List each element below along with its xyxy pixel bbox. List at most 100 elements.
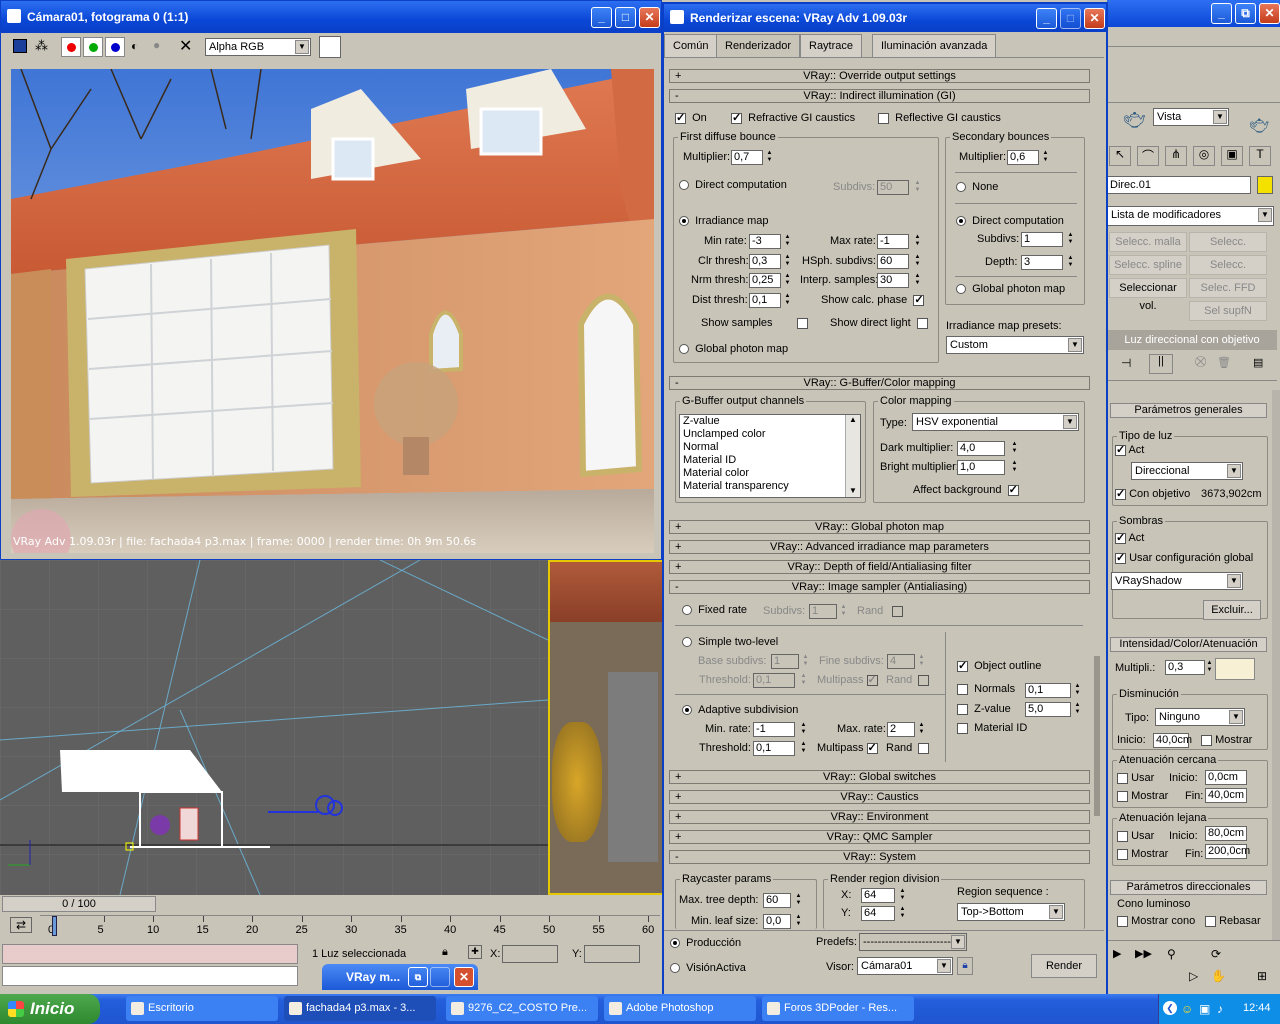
overshoot-checkbox[interactable]: Rebasar bbox=[1205, 915, 1261, 927]
region-seq-select[interactable]: Top->Bottom ▼ bbox=[957, 903, 1065, 921]
fine-subdivs-spinner[interactable]: ▲ ▼ bbox=[917, 654, 926, 669]
base-subdivs-field[interactable]: 1 bbox=[771, 654, 799, 669]
region-x-spinner[interactable]: ▲ ▼ bbox=[898, 888, 907, 903]
base-subdivs-spinner[interactable]: ▲ ▼ bbox=[801, 654, 810, 669]
near-end-field[interactable]: 40,0cm bbox=[1205, 788, 1247, 803]
general-params-header[interactable]: Parámetros generales bbox=[1110, 403, 1267, 418]
dialog-titlebar[interactable]: Renderizar escena: VRay Adv 1.09.03r _ □… bbox=[664, 4, 1106, 32]
object-outline-checkbox[interactable]: Object outline bbox=[957, 659, 1041, 672]
shadow-act-checkbox[interactable]: Act bbox=[1115, 531, 1144, 544]
normals-field[interactable]: 0,1 bbox=[1025, 683, 1071, 698]
channel-select[interactable]: Alpha RGB ▼ bbox=[205, 38, 311, 56]
channel-item[interactable]: Material transparency bbox=[680, 480, 860, 493]
max-titlebar[interactable]: _ ⧉ ✕ bbox=[1107, 0, 1280, 27]
multiplier1-spinner[interactable]: ▲ ▼ bbox=[765, 150, 774, 165]
monochrome-icon[interactable]: ◐ bbox=[131, 39, 138, 53]
simple-threshold-spinner[interactable]: ▲ ▼ bbox=[799, 673, 808, 688]
maxscript-listener[interactable] bbox=[2, 944, 298, 964]
subdivs1-field[interactable]: 50 bbox=[877, 180, 909, 195]
tab-3[interactable]: Iluminación avanzada bbox=[872, 34, 997, 58]
gpm2-radio[interactable]: Global photon map bbox=[956, 283, 1065, 295]
maxscript-output[interactable] bbox=[2, 966, 298, 986]
hsph-field[interactable]: 60 bbox=[877, 254, 909, 269]
taskbar-item[interactable]: Escritorio bbox=[126, 996, 278, 1021]
tab-1[interactable]: Renderizador bbox=[716, 34, 801, 58]
gi-on-checkbox[interactable]: On bbox=[675, 111, 707, 124]
max-restore-button[interactable]: ⧉ bbox=[1235, 3, 1256, 24]
normals-checkbox[interactable]: Normals bbox=[957, 683, 1015, 695]
adaptive-min-field[interactable]: -1 bbox=[753, 722, 795, 737]
maximize-viewport-icon[interactable]: ⊞ bbox=[1257, 969, 1267, 983]
decay-show-checkbox[interactable]: Mostrar bbox=[1201, 734, 1252, 746]
lock-icon[interactable]: 🔒︎ bbox=[442, 946, 448, 959]
adaptive-radio[interactable]: Adaptive subdivision bbox=[682, 704, 798, 716]
frame-titlebar[interactable]: Cámara01, fotograma 0 (1:1) _ □ ✕ bbox=[1, 1, 661, 33]
rollout-system[interactable]: - VRay:: System bbox=[669, 850, 1090, 864]
near-show-checkbox[interactable]: Mostrar bbox=[1117, 790, 1168, 802]
rollout-sampler[interactable]: - VRay:: Image sampler (Antialiasing) bbox=[669, 580, 1090, 594]
interp-field[interactable]: 30 bbox=[877, 273, 909, 288]
adaptive-multipass-checkbox[interactable]: Multipass bbox=[817, 741, 878, 754]
decay-type-select[interactable]: Ninguno ▼ bbox=[1155, 708, 1245, 726]
alpha-icon[interactable]: ● bbox=[153, 38, 160, 52]
tray-msn-icon[interactable]: ☺ bbox=[1181, 1002, 1193, 1016]
fixed-subdivs-spinner[interactable]: ▲ ▼ bbox=[839, 604, 848, 619]
play-icon[interactable]: ▶ bbox=[1113, 947, 1121, 960]
timeline-ruler[interactable]: 051015202530354045505560 bbox=[40, 915, 660, 939]
maxrate-spinner[interactable]: ▲ ▼ bbox=[913, 234, 922, 249]
cm-type-select[interactable]: HSV exponential ▼ bbox=[912, 413, 1079, 431]
showcalc-checkbox[interactable]: Show calc. phase bbox=[821, 293, 925, 306]
clear-icon[interactable]: ✕ bbox=[179, 36, 192, 56]
interp-spinner[interactable]: ▲ ▼ bbox=[913, 273, 922, 288]
render-button[interactable]: Render bbox=[1031, 954, 1097, 978]
multiplier1-field[interactable]: 0,7 bbox=[731, 150, 763, 165]
shadow-type-select[interactable]: VRayShadow ▼ bbox=[1111, 572, 1243, 590]
depth-field[interactable]: 3 bbox=[1021, 255, 1063, 270]
start-button[interactable]: Inicio bbox=[0, 994, 100, 1024]
activeshade-radio[interactable]: VisiónActiva bbox=[670, 962, 746, 974]
showdirect-checkbox[interactable]: Show direct light bbox=[830, 317, 928, 329]
far-end-field[interactable]: 200,0cm bbox=[1205, 844, 1250, 859]
orbit-icon[interactable]: ⟳ bbox=[1211, 947, 1221, 961]
minimized-vray-window[interactable]: VRay m... ⧉ ✕ bbox=[322, 964, 478, 990]
dark-mult-spinner[interactable]: ▲ ▼ bbox=[1010, 441, 1019, 456]
color-swatch[interactable] bbox=[319, 36, 341, 58]
exclude-button[interactable]: Excluir... bbox=[1203, 600, 1261, 620]
decay-start-field[interactable]: 40,0cm bbox=[1153, 733, 1192, 748]
adaptive-threshold-field[interactable]: 0,1 bbox=[753, 741, 795, 756]
lock-viewport-icon[interactable]: 🔒︎ bbox=[957, 957, 973, 975]
bright-mult-spinner[interactable]: ▲ ▼ bbox=[1010, 460, 1019, 475]
mini-maximize-button[interactable] bbox=[430, 967, 450, 987]
maximize-button[interactable]: □ bbox=[615, 7, 636, 28]
rollout-photon[interactable]: + VRay:: Global photon map bbox=[669, 520, 1090, 534]
channel-item[interactable]: Unclamped color bbox=[680, 428, 860, 441]
production-radio[interactable]: Producción bbox=[670, 937, 741, 949]
viewport-top-grid[interactable] bbox=[0, 560, 548, 895]
rollout-switches[interactable]: + VRay:: Global switches bbox=[669, 770, 1090, 784]
region-y-field[interactable]: 64 bbox=[861, 906, 895, 921]
taskbar-item[interactable]: Adobe Photoshop bbox=[604, 996, 756, 1021]
fixed-rand-checkbox[interactable]: Rand bbox=[857, 605, 904, 617]
channel-list-scrollbar[interactable]: ▲ ▼ bbox=[845, 415, 860, 497]
multiplier-spinner[interactable]: ▲ ▼ bbox=[1205, 660, 1214, 675]
fixed-subdivs-field[interactable]: 1 bbox=[809, 604, 837, 619]
taskbar-item[interactable]: Foros 3DPoder - Res... bbox=[762, 996, 914, 1021]
bright-mult-field[interactable]: 1,0 bbox=[957, 460, 1005, 475]
maxrate-field[interactable]: -1 bbox=[877, 234, 909, 249]
rollout-override[interactable]: + VRay:: Override output settings bbox=[669, 69, 1090, 83]
fine-subdivs-field[interactable]: 4 bbox=[887, 654, 915, 669]
clone-icon[interactable]: ⁂ bbox=[35, 38, 48, 54]
region-x-field[interactable]: 64 bbox=[861, 888, 895, 903]
channel-item[interactable]: Z-value bbox=[680, 415, 860, 428]
channel-item[interactable]: Normal bbox=[680, 441, 860, 454]
rollout-environment[interactable]: + VRay:: Environment bbox=[669, 810, 1090, 824]
maxtree-field[interactable]: 60 bbox=[763, 893, 791, 908]
zvalue-checkbox[interactable]: Z-value bbox=[957, 703, 1011, 715]
subdivs1-spinner[interactable]: ▲ ▼ bbox=[913, 180, 922, 195]
tray-arrow-icon[interactable]: ❮ bbox=[1163, 1001, 1177, 1015]
dark-mult-field[interactable]: 4,0 bbox=[957, 441, 1005, 456]
red-channel-icon[interactable] bbox=[61, 37, 81, 57]
minrate-spinner[interactable]: ▲ ▼ bbox=[783, 234, 792, 249]
direct2-radio[interactable]: Direct computation bbox=[956, 215, 1064, 227]
near-start-field[interactable]: 0,0cm bbox=[1205, 770, 1247, 785]
